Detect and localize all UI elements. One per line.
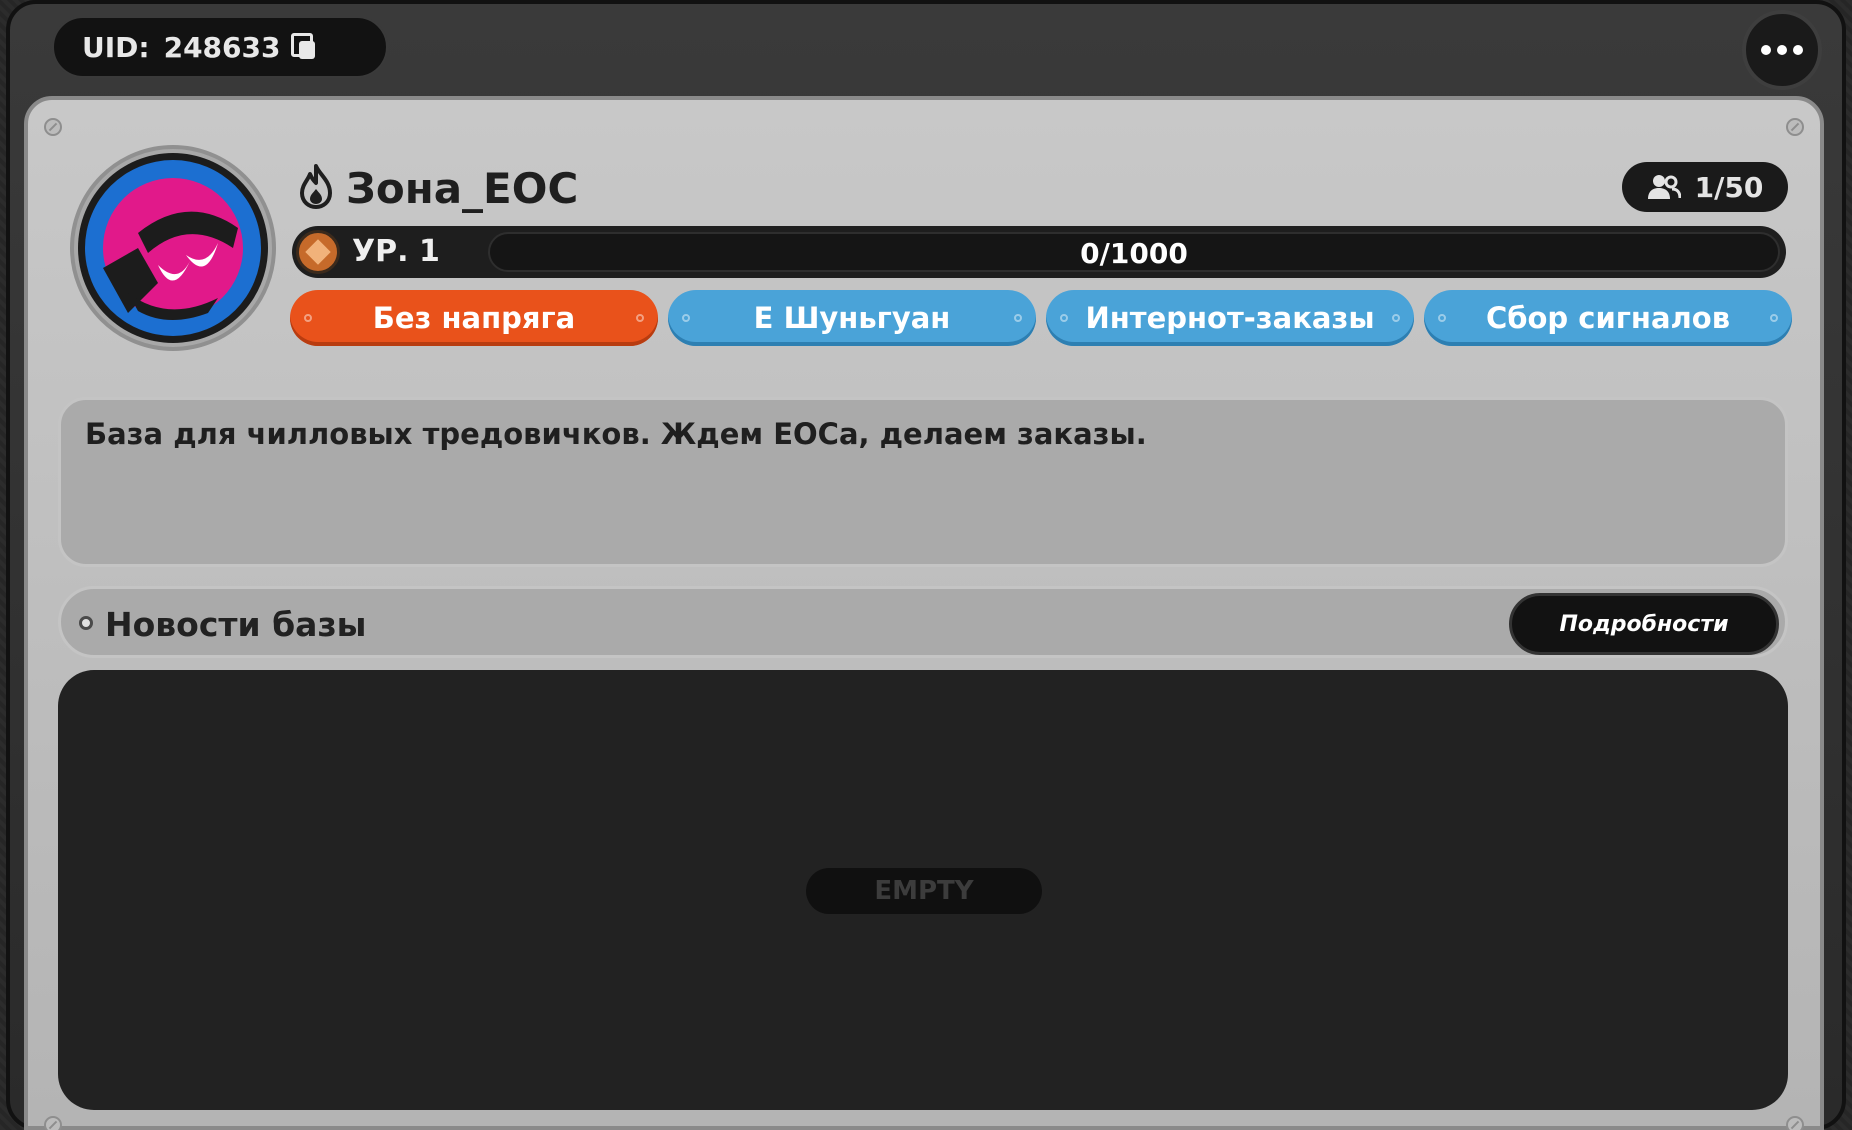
news-title: Новости базы — [105, 605, 367, 644]
members-count[interactable]: 1/50 — [1622, 162, 1788, 212]
tag-chip[interactable]: Интернот-заказы — [1046, 290, 1414, 346]
level-label: УР. 1 — [352, 234, 440, 269]
news-content: EMPTY — [58, 670, 1788, 1110]
pin-icon — [1770, 314, 1778, 322]
avatar-emblem — [85, 160, 261, 336]
base-name: Зона_EOC — [346, 164, 579, 213]
avatar-border — [78, 153, 268, 343]
tag-label: Интернот-заказы — [1085, 301, 1375, 335]
level-progress-text: 0/1000 — [1080, 237, 1188, 270]
bullet-icon — [79, 616, 93, 630]
mascot-icon — [103, 178, 243, 321]
pin-icon — [682, 314, 690, 322]
members-count-text: 1/50 — [1694, 170, 1764, 204]
screw-icon — [1786, 118, 1804, 136]
users-icon — [1647, 175, 1681, 199]
screw-icon — [1786, 1116, 1804, 1130]
level-bar: УР. 1 0/1000 — [292, 226, 1786, 278]
pin-icon — [304, 314, 312, 322]
pin-icon — [1014, 314, 1022, 322]
fire-icon — [300, 164, 332, 209]
screw-icon — [44, 118, 62, 136]
uid-label: UID: — [82, 30, 150, 64]
more-dots-icon — [1761, 45, 1771, 55]
more-options-button[interactable] — [1742, 10, 1822, 90]
details-button[interactable]: Подробности — [1509, 593, 1779, 655]
tag-label: Без напряга — [372, 301, 576, 335]
uid-value: 248633 — [163, 30, 281, 64]
level-progress-bar: 0/1000 — [488, 232, 1780, 272]
screw-icon — [44, 1116, 62, 1130]
pin-icon — [1060, 314, 1068, 322]
pin-icon — [1392, 314, 1400, 322]
more-dots-icon — [1793, 45, 1803, 55]
base-description: База для чилловых тредовичков. Ждем EOCa… — [58, 397, 1788, 567]
tag-chip[interactable]: Сбор сигналов — [1424, 290, 1792, 346]
level-badge-icon — [296, 230, 340, 274]
pin-icon — [1438, 314, 1446, 322]
empty-state-label: EMPTY — [806, 868, 1042, 914]
tag-chip[interactable]: Е Шуньгуан — [668, 290, 1036, 346]
tag-label: Сбор сигналов — [1485, 301, 1731, 335]
base-avatar[interactable] — [70, 145, 276, 351]
uid-pill: UID: 248633 — [52, 16, 388, 78]
more-dots-icon — [1777, 45, 1787, 55]
tag-chip[interactable]: Без напряга — [290, 290, 658, 346]
pin-icon — [636, 314, 644, 322]
tag-label: Е Шуньгуан — [753, 301, 951, 335]
copy-icon[interactable] — [290, 33, 319, 61]
news-header: Новости базы Подробности — [58, 586, 1788, 658]
